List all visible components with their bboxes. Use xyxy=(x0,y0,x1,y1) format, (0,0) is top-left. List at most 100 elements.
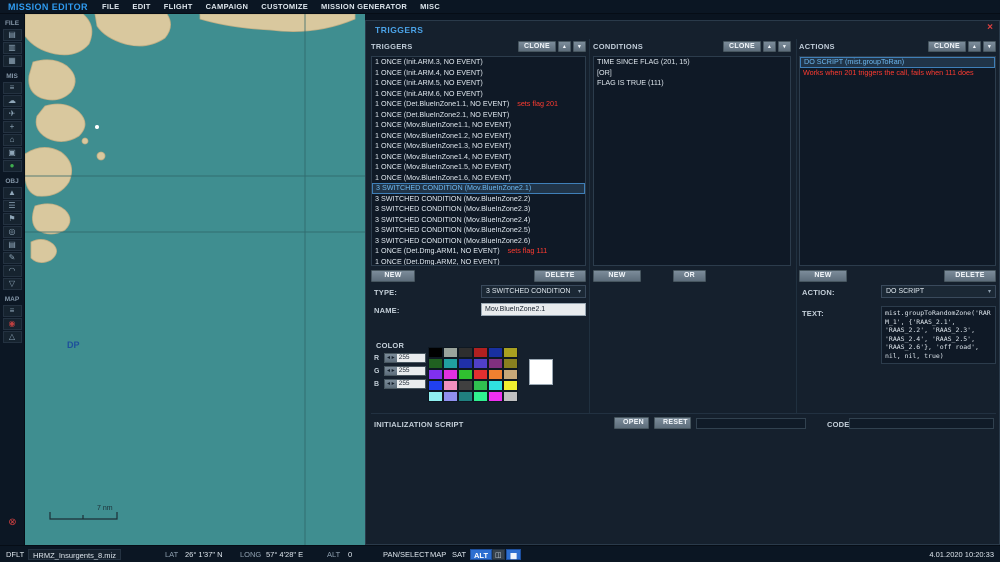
close-icon[interactable]: × xyxy=(987,23,993,33)
color-swatch[interactable] xyxy=(488,369,503,380)
actions-move-down-button[interactable]: ▾ xyxy=(983,41,996,52)
color-r-stepper[interactable]: ◂ ▸ 255 xyxy=(384,353,426,363)
color-swatch[interactable] xyxy=(488,380,503,391)
stepper-arrows-icon[interactable]: ◂ ▸ xyxy=(385,380,397,388)
save-mission-icon[interactable]: ▦ xyxy=(2,55,22,67)
color-b-stepper[interactable]: ◂ ▸ 255 xyxy=(384,379,426,389)
color-swatch[interactable] xyxy=(473,391,488,402)
trigger-type-dropdown[interactable]: 3 SWITCHED CONDITION ▾ xyxy=(481,285,586,298)
marker-icon[interactable]: ▽ xyxy=(2,278,22,290)
static-object-icon[interactable]: ▲ xyxy=(2,187,22,199)
init-script-code-input[interactable] xyxy=(849,418,994,429)
color-swatch[interactable] xyxy=(458,380,473,391)
trigger-item[interactable]: 1 ONCE (Mov.BlueInZone1.3, NO EVENT) xyxy=(372,141,585,152)
trigger-zone-icon[interactable]: ● xyxy=(2,160,22,172)
conditions-move-down-button[interactable]: ▾ xyxy=(778,41,791,52)
conditions-clone-button[interactable]: CLONE xyxy=(723,41,761,52)
alt-layer-button[interactable]: ALT xyxy=(470,549,493,560)
sat-layer-button[interactable]: SAT xyxy=(452,549,466,560)
layers-icon[interactable]: ≡ xyxy=(2,305,22,317)
color-swatch[interactable] xyxy=(443,380,458,391)
exit-icon[interactable]: ⊗ xyxy=(3,516,22,529)
color-swatch[interactable] xyxy=(443,358,458,369)
trigger-item[interactable]: 1 ONCE (Det.BlueInZone2.1, NO EVENT) xyxy=(372,110,585,121)
color-swatch[interactable] xyxy=(473,347,488,358)
init-script-reset-button[interactable]: RESET xyxy=(654,417,691,429)
action-item[interactable]: Works when 201 triggers the call, fails … xyxy=(800,68,995,79)
trigger-item[interactable]: 1 ONCE (Init.ARM.3, NO EVENT) xyxy=(372,57,585,68)
menu-file[interactable]: FILE xyxy=(102,2,119,11)
draw-tool-icon[interactable]: ✎ xyxy=(2,252,22,264)
color-swatch[interactable] xyxy=(443,347,458,358)
trigger-item[interactable]: 1 ONCE (Mov.BlueInZone1.4, NO EVENT) xyxy=(372,152,585,163)
ruler-icon[interactable]: △ xyxy=(2,331,22,343)
preset-selector[interactable]: DFLT xyxy=(6,549,24,560)
condition-item[interactable]: TIME SINCE FLAG (201, 15) xyxy=(594,57,790,68)
trigger-item[interactable]: 1 ONCE (Mov.BlueInZone1.6, NO EVENT) xyxy=(372,173,585,184)
action-delete-button[interactable]: DELETE xyxy=(944,270,996,282)
open-mission-icon[interactable]: ▥ xyxy=(2,42,22,54)
new-mission-icon[interactable]: ▤ xyxy=(2,29,22,41)
unit-dot[interactable] xyxy=(95,125,99,129)
menu-campaign[interactable]: CAMPAIGN xyxy=(206,2,249,11)
trigger-item[interactable]: 1 ONCE (Init.ARM.6, NO EVENT) xyxy=(372,89,585,100)
weather-icon[interactable]: ☁ xyxy=(2,95,22,107)
aircraft-group-icon[interactable]: ✈ xyxy=(2,108,22,120)
color-swatch[interactable] xyxy=(428,391,443,402)
condition-item[interactable]: [OR] xyxy=(594,68,790,79)
stepper-arrows-icon[interactable]: ◂ ▸ xyxy=(385,367,397,375)
action-type-dropdown[interactable]: DO SCRIPT ▾ xyxy=(881,285,996,298)
init-script-open-button[interactable]: OPEN xyxy=(614,417,649,429)
stepper-arrows-icon[interactable]: ◂ ▸ xyxy=(385,354,397,362)
trigger-name-input[interactable] xyxy=(481,303,586,316)
action-script-textarea[interactable]: mist.groupToRandomZone('RARM_1', {'RAAS_… xyxy=(881,306,996,364)
color-swatch[interactable] xyxy=(458,358,473,369)
menu-mission-generator[interactable]: MISSION GENERATOR xyxy=(321,2,407,11)
triggers-move-up-button[interactable]: ▴ xyxy=(558,41,571,52)
color-swatch[interactable] xyxy=(488,347,503,358)
color-swatch[interactable] xyxy=(473,358,488,369)
helicopter-group-icon[interactable]: + xyxy=(2,121,22,133)
actions-list[interactable]: DO SCRIPT (mist.groupToRan) Works when 20… xyxy=(799,56,996,266)
condition-new-button[interactable]: NEW xyxy=(593,270,641,282)
menu-edit[interactable]: EDIT xyxy=(132,2,150,11)
menu-misc[interactable]: MISC xyxy=(420,2,440,11)
triggers-icon[interactable]: ⚑ xyxy=(2,213,22,225)
actions-clone-button[interactable]: CLONE xyxy=(928,41,966,52)
color-swatch[interactable] xyxy=(428,358,443,369)
map-marker-icon[interactable]: ◉ xyxy=(2,318,22,330)
color-swatch[interactable] xyxy=(458,369,473,380)
distance-tool-icon[interactable]: ◠ xyxy=(2,265,22,277)
color-swatch[interactable] xyxy=(503,380,518,391)
triggers-clone-button[interactable]: CLONE xyxy=(518,41,556,52)
color-swatch[interactable] xyxy=(488,358,503,369)
trigger-item[interactable]: 3 SWITCHED CONDITION (Mov.BlueInZone2.5) xyxy=(372,225,585,236)
menu-customize[interactable]: CUSTOMIZE xyxy=(261,2,308,11)
trigger-item[interactable]: 1 ONCE (Mov.BlueInZone1.1, NO EVENT) xyxy=(372,120,585,131)
trigger-item[interactable]: 1 ONCE (Det.BlueInZone1.1, NO EVENT) sets… xyxy=(372,99,585,110)
color-swatch[interactable] xyxy=(473,369,488,380)
trigger-item[interactable]: 1 ONCE (Det.Dmg.ARM1, NO EVENT) sets flag… xyxy=(372,246,585,257)
trigger-new-button[interactable]: NEW xyxy=(371,270,415,282)
condition-item[interactable]: FLAG IS TRUE (111) xyxy=(594,78,790,89)
color-swatch[interactable] xyxy=(473,380,488,391)
trigger-item[interactable]: 1 ONCE (Mov.BlueInZone1.2, NO EVENT) xyxy=(372,131,585,142)
trigger-item[interactable]: 3 SWITCHED CONDITION (Mov.BlueInZone2.4) xyxy=(372,215,585,226)
action-item[interactable]: DO SCRIPT (mist.groupToRan) xyxy=(800,57,995,68)
vehicle-group-icon[interactable]: ▣ xyxy=(2,147,22,159)
summary-icon[interactable]: ▤ xyxy=(2,239,22,251)
color-g-stepper[interactable]: ◂ ▸ 255 xyxy=(384,366,426,376)
color-swatch[interactable] xyxy=(503,358,518,369)
trigger-item[interactable]: 3 SWITCHED CONDITION (Mov.BlueInZone2.1) xyxy=(372,183,585,194)
trigger-item[interactable]: 3 SWITCHED CONDITION (Mov.BlueInZone2.6) xyxy=(372,236,585,247)
color-swatch[interactable] xyxy=(503,347,518,358)
ship-group-icon[interactable]: ⌂ xyxy=(2,134,22,146)
condition-or-button[interactable]: OR xyxy=(673,270,706,282)
unit-list-icon[interactable]: ☰ xyxy=(2,200,22,212)
trigger-item[interactable]: 1 ONCE (Init.ARM.4, NO EVENT) xyxy=(372,68,585,79)
menu-flight[interactable]: FLIGHT xyxy=(164,2,193,11)
color-swatch[interactable] xyxy=(458,391,473,402)
color-swatch[interactable] xyxy=(428,347,443,358)
briefing-icon[interactable]: ≡ xyxy=(2,82,22,94)
trigger-item[interactable]: 1 ONCE (Mov.BlueInZone1.5, NO EVENT) xyxy=(372,162,585,173)
